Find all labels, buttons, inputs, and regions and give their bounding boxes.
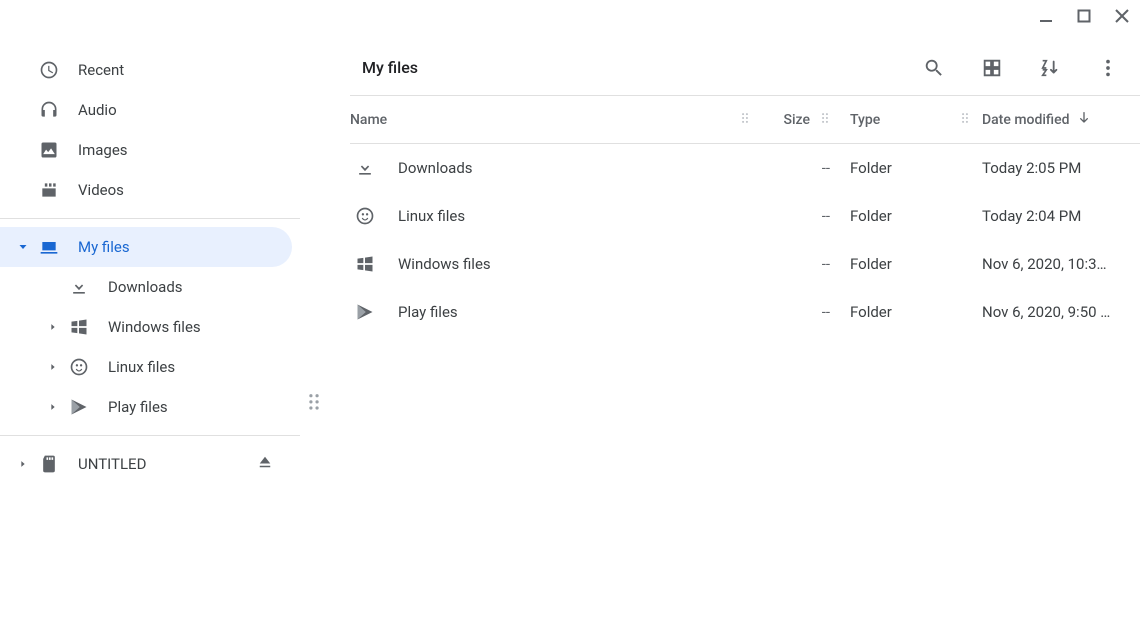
sidebar-item-audio[interactable]: Audio — [0, 90, 292, 130]
cell-name: Windows files — [398, 255, 491, 273]
column-resize-handle[interactable] — [820, 111, 830, 129]
download-icon — [354, 157, 376, 179]
cell-type: Folder — [830, 255, 970, 273]
cell-size: -- — [750, 303, 830, 321]
sidebar-item-videos[interactable]: Videos — [0, 170, 292, 210]
cell-date: Nov 6, 2020, 10:3… — [970, 240, 1140, 288]
column-label: Size — [784, 112, 810, 128]
column-header-size[interactable]: Size — [750, 111, 830, 129]
sidebar-item-label: Linux files — [108, 358, 175, 376]
sd-card-icon — [38, 453, 60, 475]
sidebar-item-label: Audio — [78, 101, 117, 119]
laptop-icon — [38, 236, 60, 258]
sidebar-item-windows-files[interactable]: Windows files — [0, 307, 292, 347]
clock-icon — [38, 59, 60, 81]
file-table: Name Size Type Date modified — [300, 96, 1140, 336]
window-controls — [1036, 6, 1132, 26]
sidebar-item-label: UNTITLED — [78, 455, 146, 473]
cell-name: Linux files — [398, 207, 465, 225]
chevron-right-icon[interactable] — [44, 362, 62, 372]
cell-name: Downloads — [398, 159, 473, 177]
eject-button[interactable] — [256, 453, 274, 475]
sidebar-item-label: Recent — [78, 61, 124, 79]
table-body: Downloads -- Folder Today 2:05 PM Linux … — [350, 144, 1140, 336]
search-button[interactable] — [920, 54, 948, 82]
chevron-down-icon[interactable] — [14, 241, 32, 253]
cell-name: Play files — [398, 303, 458, 321]
sidebar: Recent Audio Images Videos My files Down… — [0, 40, 300, 641]
linux-icon — [354, 205, 376, 227]
chevron-right-icon[interactable] — [14, 459, 32, 469]
cell-type: Folder — [830, 159, 970, 177]
sidebar-item-label: Windows files — [108, 318, 201, 336]
headphones-icon — [38, 99, 60, 121]
divider — [0, 435, 300, 436]
column-header-date[interactable]: Date modified — [970, 110, 1140, 130]
divider — [0, 218, 300, 219]
sidebar-item-play-files[interactable]: Play files — [0, 387, 292, 427]
image-icon — [38, 139, 60, 161]
film-icon — [38, 179, 60, 201]
page-title: My files — [362, 58, 418, 77]
column-label: Date modified — [982, 112, 1070, 128]
sidebar-item-label: My files — [78, 238, 130, 256]
play-icon — [354, 301, 376, 323]
column-label: Name — [350, 112, 387, 128]
table-row[interactable]: Downloads -- Folder Today 2:05 PM — [350, 144, 1140, 192]
table-header: Name Size Type Date modified — [350, 96, 1140, 144]
main-panel: My files Name Size Type — [300, 40, 1140, 641]
cell-type: Folder — [830, 303, 970, 321]
play-icon — [68, 396, 90, 418]
cell-size: -- — [750, 159, 830, 177]
windows-icon — [68, 316, 90, 338]
sidebar-item-label: Images — [78, 141, 128, 159]
column-label: Type — [850, 112, 880, 128]
chevron-right-icon[interactable] — [44, 402, 62, 412]
table-row[interactable]: Windows files -- Folder Nov 6, 2020, 10:… — [350, 240, 1140, 288]
download-icon — [68, 276, 90, 298]
maximize-button[interactable] — [1074, 6, 1094, 26]
chevron-right-icon[interactable] — [44, 322, 62, 332]
cell-date: Today 2:05 PM — [970, 144, 1140, 192]
cell-date: Nov 6, 2020, 9:50 … — [970, 288, 1140, 336]
sidebar-item-my-files[interactable]: My files — [0, 227, 292, 267]
column-resize-handle[interactable] — [960, 111, 970, 129]
sort-options-button[interactable] — [1036, 54, 1064, 82]
column-header-type[interactable]: Type — [830, 111, 970, 129]
sidebar-item-untitled[interactable]: UNTITLED — [0, 444, 292, 484]
sidebar-item-downloads[interactable]: Downloads — [0, 267, 292, 307]
sidebar-item-label: Play files — [108, 398, 168, 416]
sort-descending-icon — [1076, 110, 1092, 130]
more-options-button[interactable] — [1094, 54, 1122, 82]
column-header-name[interactable]: Name — [350, 111, 750, 129]
table-row[interactable]: Linux files -- Folder Today 2:04 PM — [350, 192, 1140, 240]
windows-icon — [354, 253, 376, 275]
sidebar-resize-handle[interactable] — [306, 392, 322, 408]
sidebar-item-label: Videos — [78, 181, 124, 199]
sidebar-item-label: Downloads — [108, 278, 183, 296]
view-grid-button[interactable] — [978, 54, 1006, 82]
column-resize-handle[interactable] — [740, 111, 750, 129]
cell-type: Folder — [830, 207, 970, 225]
close-button[interactable] — [1112, 6, 1132, 26]
sidebar-item-recent[interactable]: Recent — [0, 50, 292, 90]
cell-size: -- — [750, 255, 830, 273]
cell-date: Today 2:04 PM — [970, 192, 1140, 240]
sidebar-item-linux-files[interactable]: Linux files — [0, 347, 292, 387]
minimize-button[interactable] — [1036, 6, 1056, 26]
cell-size: -- — [750, 207, 830, 225]
linux-icon — [68, 356, 90, 378]
table-row[interactable]: Play files -- Folder Nov 6, 2020, 9:50 … — [350, 288, 1140, 336]
toolbar: My files — [350, 40, 1140, 96]
sidebar-item-images[interactable]: Images — [0, 130, 292, 170]
